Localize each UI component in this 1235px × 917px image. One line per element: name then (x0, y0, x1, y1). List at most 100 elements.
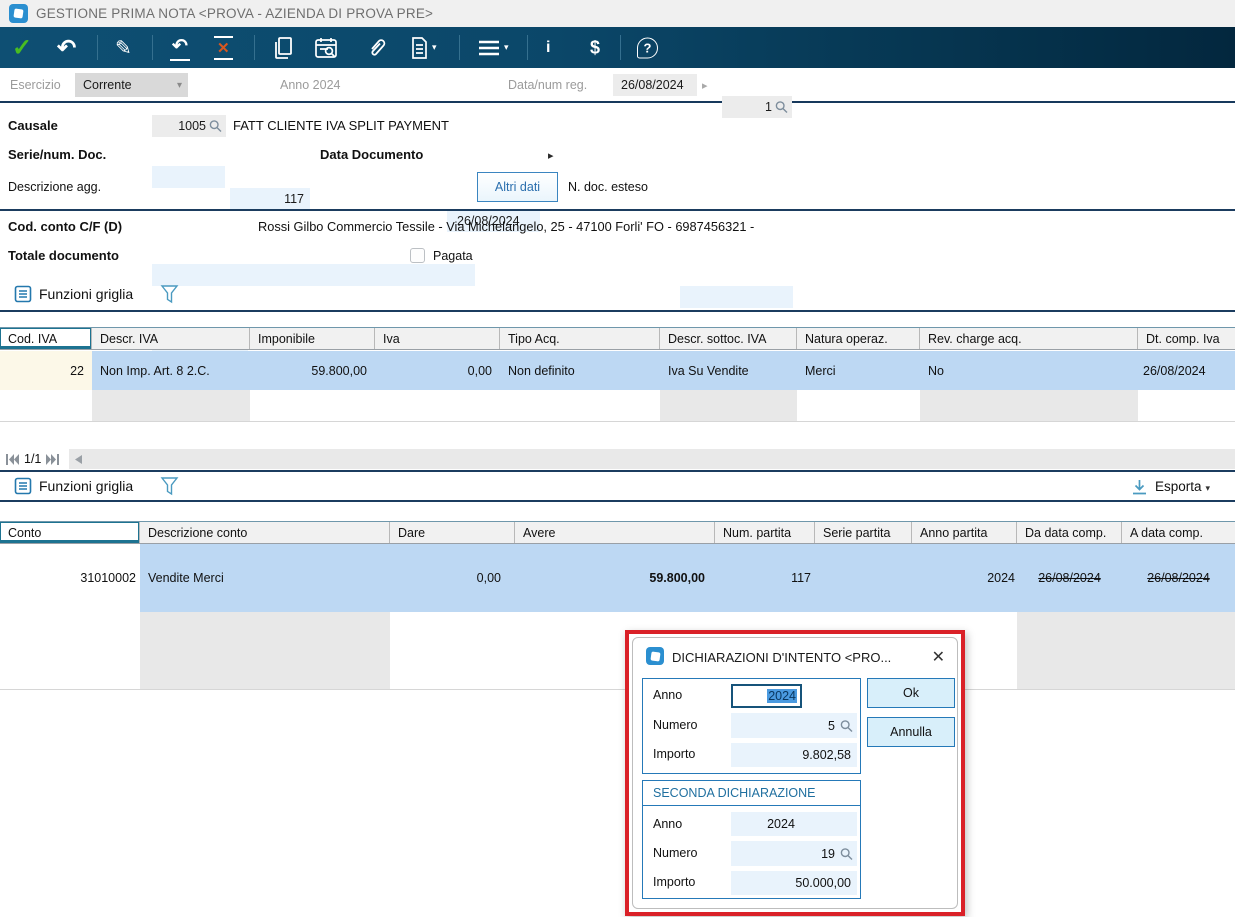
col-header-descr-sottoc-iva[interactable]: Descr. sottoc. IVA (660, 328, 797, 349)
col-header-natura-operaz[interactable]: Natura operaz. (797, 328, 920, 349)
edit-icon[interactable]: ✎ (115, 35, 132, 60)
confirm-icon[interactable]: ✓ (12, 33, 32, 62)
download-icon[interactable] (1131, 479, 1148, 496)
num-doc-field[interactable]: 117 (230, 188, 310, 210)
importo2-field[interactable]: 50.000,00 (731, 871, 857, 895)
empty-cell[interactable] (920, 390, 1138, 421)
empty-cell[interactable] (140, 612, 390, 689)
menu-list-icon[interactable]: ▾ (477, 38, 509, 58)
undo-icon[interactable]: ↶ (57, 34, 76, 61)
col-header-iva[interactable]: Iva (375, 328, 500, 349)
delete-row-icon[interactable]: ✕ (214, 36, 233, 60)
cell-conto[interactable]: 31010002 (0, 544, 140, 612)
grid-functions-icon[interactable] (14, 477, 32, 495)
cell-avere[interactable]: 59.800,00 (515, 544, 715, 612)
ok-button[interactable]: Ok (867, 678, 955, 708)
data-reg-field[interactable]: 26/08/2024 (613, 74, 697, 96)
col-header-descrizione-conto[interactable]: Descrizione conto (140, 522, 390, 543)
cell-descr-iva[interactable]: Non Imp. Art. 8 2.C. (92, 351, 250, 390)
cell-iva[interactable]: 0,00 (375, 351, 500, 390)
attachment-icon[interactable] (366, 36, 388, 60)
col-header-anno-partita[interactable]: Anno partita (912, 522, 1017, 543)
col-header-tipo-acq[interactable]: Tipo Acq. (500, 328, 660, 349)
descrizione-agg-field[interactable] (152, 264, 475, 286)
last-page-icon[interactable] (46, 454, 59, 465)
empty-cell[interactable] (1138, 390, 1235, 421)
date-spinner-icon[interactable]: ▸ (702, 79, 708, 92)
empty-cell[interactable] (92, 390, 250, 421)
document-menu-icon[interactable]: ▾ (409, 36, 437, 60)
numero2-field[interactable]: 19 (731, 841, 857, 866)
cell-anno-partita[interactable]: 2024 (912, 544, 1017, 612)
empty-cell[interactable] (375, 390, 500, 421)
calendar-search-icon[interactable] (314, 36, 340, 60)
cell-imponibile[interactable]: 59.800,00 (250, 351, 375, 390)
empty-cell[interactable] (1017, 612, 1122, 689)
altri-dati-button[interactable]: Altri dati (477, 172, 558, 202)
cell-dare[interactable]: 0,00 (390, 544, 515, 612)
col-header-serie-partita[interactable]: Serie partita (815, 522, 912, 543)
cell-da-data-comp[interactable]: 26/08/2024 (1017, 544, 1122, 612)
empty-cell[interactable] (390, 612, 515, 689)
horizontal-scrollbar[interactable] (69, 449, 1235, 469)
help-icon[interactable]: ? (637, 37, 658, 58)
cell-num-partita[interactable]: 117 (715, 544, 815, 612)
importo-field[interactable]: 9.802,58 (731, 743, 857, 767)
esporta-button[interactable]: Esporta▾ (1155, 479, 1210, 494)
empty-cell[interactable] (250, 390, 375, 421)
col-header-cod-iva[interactable]: Cod. IVA (0, 328, 92, 349)
col-header-conto[interactable]: Conto (0, 522, 140, 543)
funzioni-griglia-label[interactable]: Funzioni griglia (39, 286, 133, 302)
col-header-da-data-comp[interactable]: Da data comp. (1017, 522, 1122, 543)
funzioni-griglia-label[interactable]: Funzioni griglia (39, 478, 133, 494)
conto-grid-row[interactable]: 31010002 Vendite Merci 0,00 59.800,00 11… (0, 544, 1235, 612)
col-header-descr-iva[interactable]: Descr. IVA (92, 328, 250, 349)
currency-icon[interactable]: $ (590, 37, 600, 58)
copy-icon[interactable] (272, 36, 294, 60)
n-doc-esteso-field[interactable] (680, 286, 793, 308)
cell-dt-comp-iva[interactable]: 26/08/2024 (1138, 351, 1235, 390)
col-header-num-partita[interactable]: Num. partita (715, 522, 815, 543)
search-icon[interactable] (840, 719, 853, 732)
iva-grid-row[interactable]: 22 Non Imp. Art. 8 2.C. 59.800,00 0,00 N… (0, 351, 1235, 390)
num-reg-field[interactable]: 1 (722, 96, 792, 118)
date-spinner-icon[interactable]: ▸ (548, 149, 554, 162)
conto-grid-empty-row[interactable] (0, 612, 1235, 690)
filter-funnel-icon[interactable] (160, 476, 179, 497)
cell-a-data-comp[interactable]: 26/08/2024 (1122, 544, 1235, 612)
serie-field[interactable] (152, 166, 225, 188)
cell-descr-sottoc-iva[interactable]: Iva Su Vendite (660, 351, 797, 390)
empty-cell[interactable] (0, 612, 140, 689)
search-icon[interactable] (840, 847, 853, 860)
info-icon[interactable]: i (546, 39, 550, 57)
revert-row-icon[interactable]: ↶ (170, 35, 190, 61)
cell-natura-operaz[interactable]: Merci (797, 351, 920, 390)
col-header-avere[interactable]: Avere (515, 522, 715, 543)
search-icon[interactable] (775, 101, 788, 114)
empty-cell[interactable] (1122, 612, 1235, 689)
col-header-rev-charge-acq[interactable]: Rev. charge acq. (920, 328, 1138, 349)
col-header-dare[interactable]: Dare (390, 522, 515, 543)
cell-serie-partita[interactable] (815, 544, 912, 612)
anno2-field[interactable]: 2024 (731, 812, 857, 836)
cell-tipo-acq[interactable]: Non definito (500, 351, 660, 390)
col-header-dt-comp-iva[interactable]: Dt. comp. Iva (1138, 328, 1235, 349)
numero-field[interactable]: 5 (731, 713, 857, 738)
empty-cell[interactable] (0, 390, 92, 421)
grid-functions-icon[interactable] (14, 285, 32, 303)
pagata-checkbox[interactable] (410, 248, 425, 263)
col-header-a-data-comp[interactable]: A data comp. (1122, 522, 1235, 543)
cell-cod-iva[interactable]: 22 (0, 351, 92, 390)
cell-rev-charge-acq[interactable]: No (920, 351, 1138, 390)
esercizio-dropdown[interactable]: Corrente ▾ (75, 73, 188, 97)
first-page-icon[interactable] (6, 454, 19, 465)
iva-grid-empty-row[interactable] (0, 390, 1235, 422)
col-header-imponibile[interactable]: Imponibile (250, 328, 375, 349)
empty-cell[interactable] (500, 390, 660, 421)
cell-descrizione-conto[interactable]: Vendite Merci (140, 544, 390, 612)
anno-input[interactable]: 2024 (731, 684, 802, 708)
filter-funnel-icon[interactable] (160, 284, 179, 305)
search-icon[interactable] (209, 120, 222, 133)
annulla-button[interactable]: Annulla (867, 717, 955, 747)
close-icon[interactable]: ✕ (932, 647, 945, 667)
